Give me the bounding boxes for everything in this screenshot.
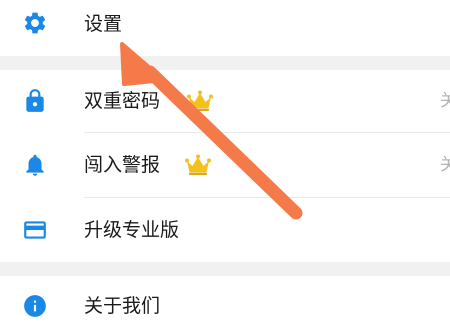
- two-factor-row[interactable]: 双重密码 关: [0, 70, 450, 132]
- intrusion-alert-label: 闯入警报: [84, 154, 161, 176]
- bell-icon: [22, 152, 48, 178]
- crown-icon: [184, 154, 212, 176]
- about-label: 关于我们: [84, 295, 161, 317]
- intrusion-alert-status: 关: [440, 155, 450, 175]
- two-factor-status: 关: [440, 91, 450, 111]
- intrusion-alert-row[interactable]: 闯入警报 关: [0, 133, 450, 197]
- gear-icon: [22, 10, 48, 36]
- two-factor-label: 双重密码: [84, 90, 161, 112]
- settings-label: 设置: [84, 13, 123, 35]
- upgrade-row[interactable]: 升级专业版: [0, 198, 450, 262]
- section-gap: [0, 56, 450, 70]
- lock-icon: [22, 88, 48, 114]
- about-row[interactable]: 关于我们: [0, 276, 450, 336]
- card-icon: [22, 217, 48, 243]
- crown-icon: [186, 90, 214, 112]
- section-gap: [0, 262, 450, 276]
- settings-row[interactable]: 设置: [0, 0, 450, 56]
- upgrade-label: 升级专业版: [84, 219, 180, 241]
- info-icon: [22, 293, 48, 319]
